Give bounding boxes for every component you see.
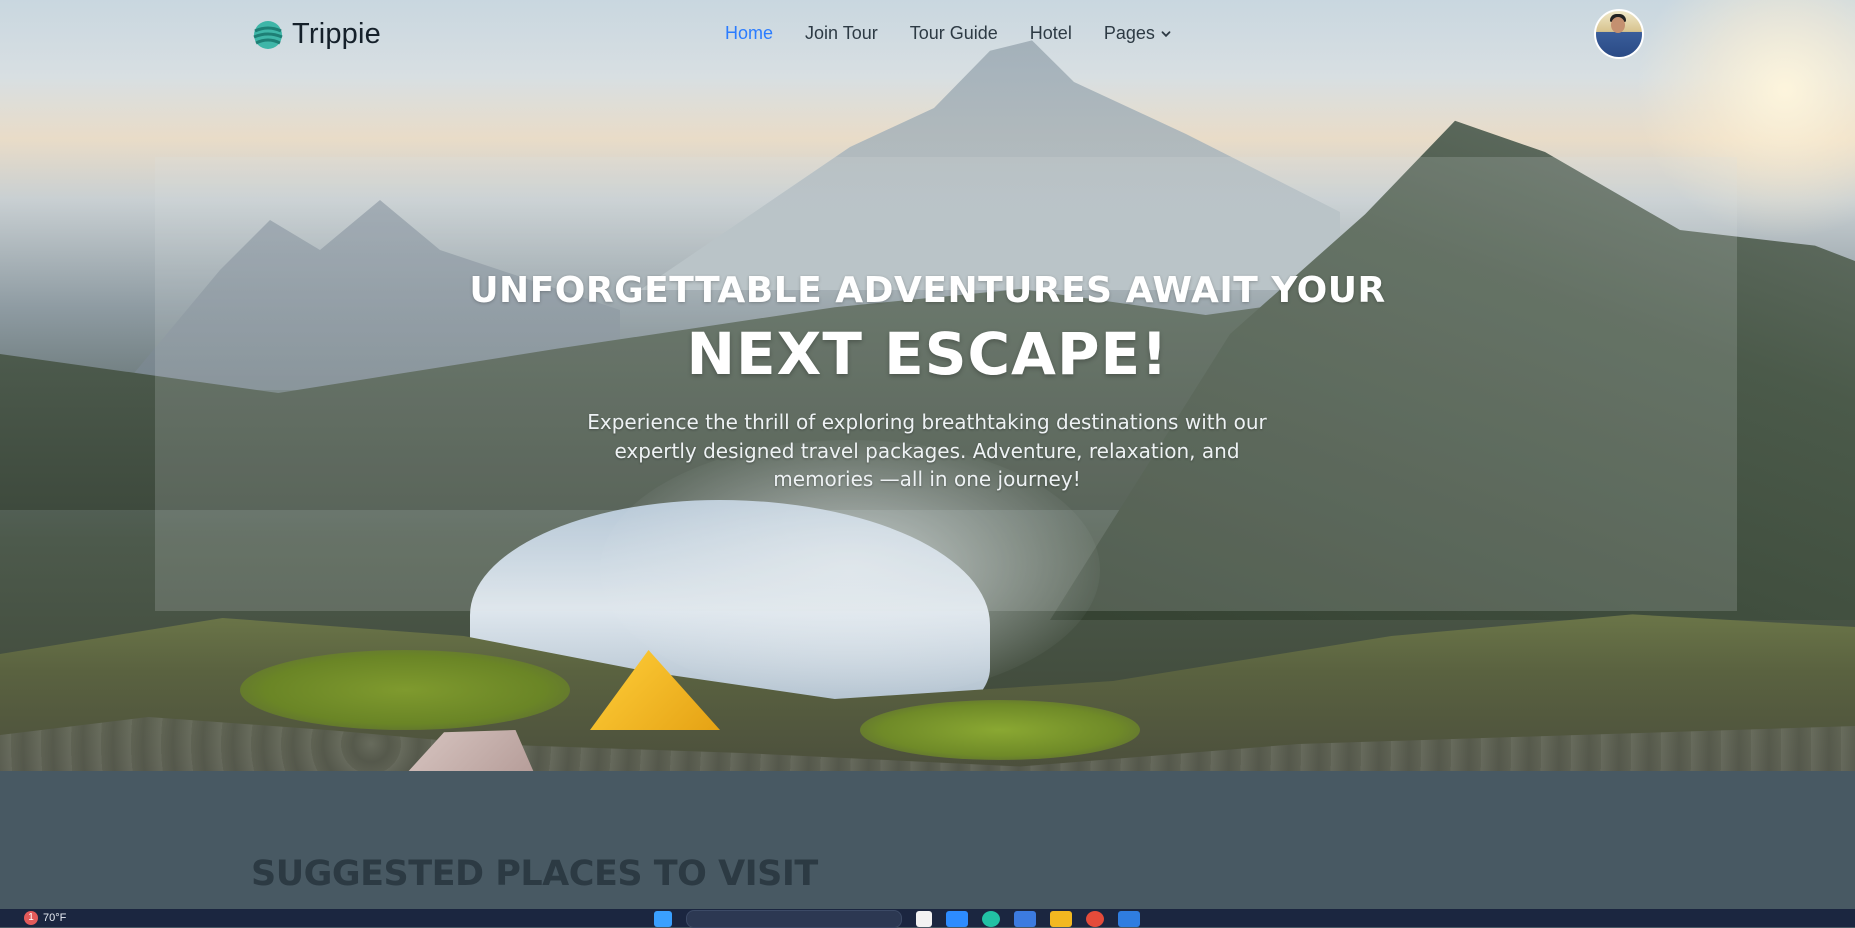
site-header: Trippie Home Join Tour Tour Guide Hotel …	[0, 0, 1855, 70]
user-avatar[interactable]	[1594, 9, 1644, 59]
nav-tour-guide[interactable]: Tour Guide	[910, 23, 998, 44]
nav-pages-label: Pages	[1103, 23, 1155, 43]
store-icon[interactable]	[1014, 911, 1036, 927]
nav-join-tour[interactable]: Join Tour	[805, 23, 878, 44]
os-taskbar: 1 70°F	[0, 909, 1855, 928]
chevron-down-icon	[1161, 30, 1171, 37]
nav-hotel[interactable]: Hotel	[1030, 23, 1072, 44]
taskbar-search[interactable]	[686, 910, 902, 928]
moss-patch	[860, 700, 1140, 760]
globe-icon	[253, 20, 283, 49]
hero-headline-emphasis: NEXT ESCAPE!	[686, 320, 1169, 388]
folder-icon[interactable]	[1050, 911, 1072, 927]
azure-icon[interactable]	[946, 911, 968, 927]
vscode-icon[interactable]	[1118, 911, 1140, 927]
windows-start-icon[interactable]	[654, 911, 672, 927]
taskbar-apps	[654, 910, 1140, 928]
moss-patch	[240, 650, 570, 730]
hero-lead-text: Experience the thrill of exploring breat…	[587, 410, 1267, 491]
hero-headline: UNFORGETTABLE ADVENTURES AWAIT YOUR	[469, 270, 1386, 311]
chrome-icon[interactable]	[1086, 911, 1104, 927]
brand-name: Trippie	[292, 18, 381, 50]
section-title: SUGGESTED PLACES TO VISIT	[251, 854, 818, 894]
weather-widget[interactable]: 1 70°F	[24, 911, 66, 925]
nav-home[interactable]: Home	[725, 23, 773, 44]
main-nav: Home Join Tour Tour Guide Hotel Pages	[725, 23, 1203, 44]
temperature: 70°F	[43, 912, 67, 924]
brand-logo[interactable]: Trippie	[252, 18, 381, 51]
edge-icon[interactable]	[982, 911, 1000, 927]
avatar-face	[1611, 17, 1625, 33]
nav-pages[interactable]: Pages	[1104, 23, 1171, 44]
notification-badge: 1	[24, 911, 38, 925]
file-icon[interactable]	[916, 911, 932, 927]
